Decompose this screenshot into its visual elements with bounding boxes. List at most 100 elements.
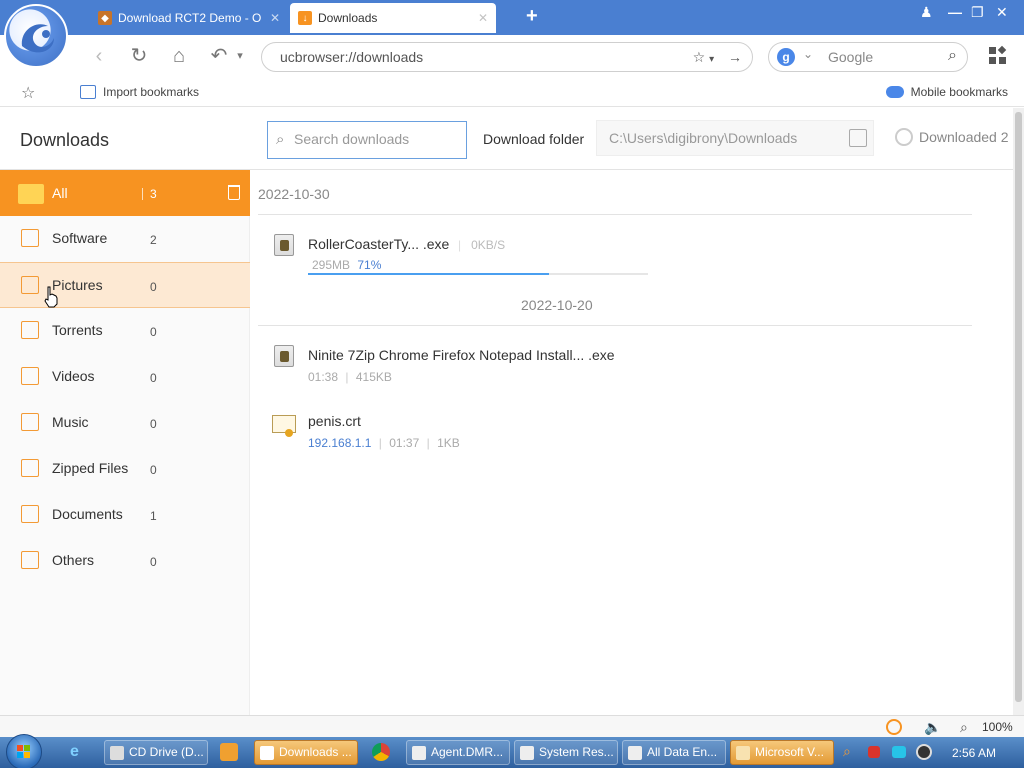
category-others[interactable]: Others 0 <box>0 538 250 584</box>
close-icon[interactable]: ✕ <box>270 11 280 25</box>
search-downloads-box[interactable]: ⌕ <box>267 121 467 159</box>
others-grid-icon <box>21 551 39 569</box>
reload-button[interactable]: ↻ <box>127 45 151 69</box>
zoom-level[interactable]: 100% <box>982 720 1013 734</box>
progress-percent: 71% <box>357 258 382 272</box>
tab-downloads[interactable]: ↓ Downloads ✕ <box>290 3 496 33</box>
windows-flag-icon <box>17 745 31 759</box>
mobile-bookmarks-link[interactable]: Mobile bookmarks <box>885 85 1008 99</box>
category-all[interactable]: All 3 <box>0 170 250 216</box>
tab-rct2-demo[interactable]: ◆ Download RCT2 Demo - O ✕ <box>90 3 288 33</box>
window-icon <box>628 746 642 760</box>
category-count: 0 <box>150 417 157 431</box>
chrome-icon[interactable] <box>372 743 390 761</box>
close-icon[interactable]: ✕ <box>478 11 488 25</box>
zip-icon <box>21 459 39 477</box>
category-music[interactable]: Music 0 <box>0 400 250 446</box>
date-heading: 2022-10-30 <box>258 186 330 202</box>
internet-explorer-icon[interactable]: e <box>70 743 88 761</box>
uc-browser-logo[interactable] <box>4 4 68 68</box>
category-count: 0 <box>150 555 157 569</box>
edit-icon[interactable] <box>849 129 867 147</box>
taskbar-clock[interactable]: 2:56 AM <box>952 746 996 760</box>
speed-dial-icon[interactable] <box>886 719 902 735</box>
search-downloads-input[interactable] <box>294 131 462 147</box>
apps-grid-icon[interactable] <box>989 45 1007 65</box>
address-bar[interactable]: ucbrowser://downloads ☆ ▾ → <box>261 42 753 72</box>
file-size: 415KB <box>355 370 392 384</box>
file-name[interactable]: Ninite 7Zip Chrome Firefox Notepad Insta… <box>308 347 615 363</box>
category-sidebar: All 3 Software 2 Pictures 0 Torrents 0 V… <box>0 170 250 715</box>
taskbar-item-downloads[interactable]: Downloads ... <box>254 740 358 765</box>
scrollbar-thumb[interactable] <box>1015 112 1022 702</box>
category-label: Pictures <box>52 277 103 293</box>
category-pictures[interactable]: Pictures 0 <box>0 262 250 308</box>
hand-cursor-icon <box>44 286 58 308</box>
skin-icon[interactable]: ♟ <box>920 4 933 21</box>
rct2-favicon-icon: ◆ <box>98 11 112 25</box>
category-label: Zipped Files <box>52 460 129 476</box>
download-folder-field[interactable]: C:\Users\digibrony\Downloads <box>596 120 874 156</box>
exe-file-icon <box>274 234 294 256</box>
back-button[interactable]: ‹ <box>87 45 111 69</box>
star-icon[interactable]: ☆ <box>21 83 35 103</box>
volume-icon[interactable]: 🔈 <box>924 719 941 735</box>
category-torrents[interactable]: Torrents 0 <box>0 308 250 354</box>
web-search-box[interactable]: g ⌄ Google ⌕ <box>768 42 968 72</box>
tray-flag-icon[interactable] <box>868 746 880 758</box>
import-icon <box>80 85 96 99</box>
new-tab-button[interactable]: + <box>526 5 538 28</box>
category-label: Documents <box>52 506 123 522</box>
media-player-icon[interactable] <box>220 743 238 761</box>
vertical-scrollbar[interactable] <box>1013 108 1024 715</box>
divider <box>258 214 972 215</box>
taskbar-item-cd-drive[interactable]: CD Drive (D... <box>104 740 208 765</box>
google-icon[interactable]: g <box>777 48 795 66</box>
home-button[interactable]: ⌂ <box>167 45 191 69</box>
chevron-down-icon[interactable]: ▾ <box>709 54 714 65</box>
chevron-down-icon[interactable]: ▾ <box>228 45 252 69</box>
category-count: 0 <box>150 325 157 339</box>
category-count: 1 <box>150 509 157 523</box>
trash-icon[interactable] <box>228 185 240 200</box>
zoom-icon[interactable]: ⌕ <box>960 719 976 735</box>
bookmark-star-icon[interactable]: ☆ <box>693 49 706 65</box>
minimize-button[interactable]: — <box>948 4 962 20</box>
taskbar-item-all-data[interactable]: All Data En... <box>622 740 726 765</box>
software-icon <box>21 229 39 247</box>
file-name[interactable]: RollerCoasterTy... .exe <box>308 236 449 252</box>
import-bookmarks-label: Import bookmarks <box>103 85 200 99</box>
taskbar-item-agent-dmr[interactable]: Agent.DMR... <box>406 740 510 765</box>
chevron-down-icon[interactable]: ⌄ <box>803 47 813 61</box>
import-bookmarks-link[interactable]: Import bookmarks <box>80 85 199 99</box>
taskbar-item-system-res[interactable]: System Res... <box>514 740 618 765</box>
category-documents[interactable]: Documents 1 <box>0 492 250 538</box>
torrent-icon <box>21 321 39 339</box>
status-bar: 🔈 ⌕ 100% <box>0 715 1024 737</box>
category-zipped-files[interactable]: Zipped Files 0 <box>0 446 250 492</box>
uc-browser-icon <box>260 746 274 760</box>
mobile-bookmarks-label: Mobile bookmarks <box>910 85 1008 99</box>
downloaded-counter[interactable]: Downloaded 2 <box>895 128 1013 146</box>
file-meta: 295MB 71% <box>312 258 381 272</box>
tray-volume-icon[interactable] <box>916 744 932 760</box>
category-videos[interactable]: Videos 0 <box>0 354 250 400</box>
start-button[interactable] <box>6 734 42 768</box>
search-icon[interactable]: ⌕ <box>948 47 957 65</box>
download-list: 2022-10-30 RollerCoasterTy... .exe | 0KB/… <box>250 170 1013 715</box>
tray-search-icon[interactable]: ⌕ <box>843 743 861 761</box>
downloaded-label: Downloaded 2 <box>919 129 1009 145</box>
taskbar-item-microsoft-v[interactable]: Microsoft V... <box>730 740 834 765</box>
page-title: Downloads <box>20 130 110 150</box>
file-source-link[interactable]: 192.168.1.1 <box>308 436 371 450</box>
tab-label: Downloads <box>318 11 378 25</box>
category-label: Music <box>52 414 89 430</box>
date-heading: 2022-10-20 <box>521 297 593 313</box>
file-name[interactable]: penis.crt <box>308 413 361 429</box>
restore-button[interactable]: ❐ <box>971 4 984 21</box>
close-window-button[interactable]: ✕ <box>996 4 1008 21</box>
go-arrow-icon[interactable]: → <box>728 49 742 65</box>
category-software[interactable]: Software 2 <box>0 216 250 262</box>
category-label: All <box>52 185 68 201</box>
tray-monitor-icon[interactable] <box>892 746 906 758</box>
